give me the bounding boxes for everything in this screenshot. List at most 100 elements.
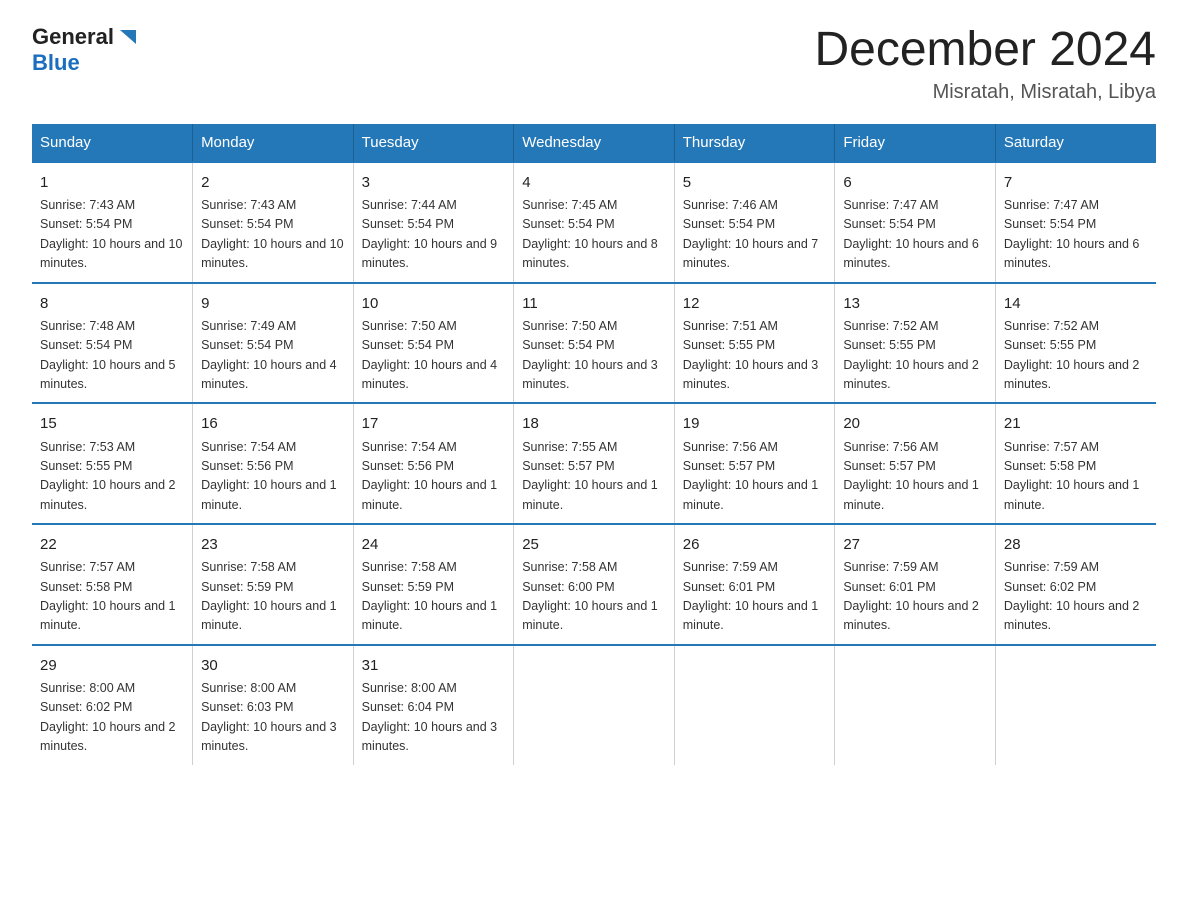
calendar-cell: 29Sunrise: 8:00 AMSunset: 6:02 PMDayligh… <box>32 645 193 765</box>
day-info: Sunrise: 7:58 AMSunset: 5:59 PMDaylight:… <box>362 558 506 636</box>
day-info: Sunrise: 7:59 AMSunset: 6:02 PMDaylight:… <box>1004 558 1148 636</box>
header-day: Wednesday <box>514 124 675 162</box>
calendar-cell: 27Sunrise: 7:59 AMSunset: 6:01 PMDayligh… <box>835 524 996 645</box>
day-number: 8 <box>40 292 184 315</box>
header-day: Sunday <box>32 124 193 162</box>
day-number: 15 <box>40 412 184 435</box>
day-info: Sunrise: 7:49 AMSunset: 5:54 PMDaylight:… <box>201 317 345 395</box>
calendar-cell <box>835 645 996 765</box>
day-number: 19 <box>683 412 827 435</box>
calendar-cell: 1Sunrise: 7:43 AMSunset: 5:54 PMDaylight… <box>32 162 193 283</box>
day-number: 31 <box>362 654 506 677</box>
day-number: 23 <box>201 533 345 556</box>
calendar-cell: 21 Sunrise: 7:57 AMSunset: 5:58 PMDayligh… <box>995 403 1156 524</box>
day-number: 9 <box>201 292 345 315</box>
day-number: 25 <box>522 533 666 556</box>
calendar-cell: 3Sunrise: 7:44 AMSunset: 5:54 PMDaylight… <box>353 162 514 283</box>
header-day: Thursday <box>674 124 835 162</box>
calendar-cell: 14Sunrise: 7:52 AMSunset: 5:55 PMDayligh… <box>995 283 1156 404</box>
calendar-subtitle: Misratah, Misratah, Libya <box>814 81 1156 104</box>
day-info: Sunrise: 8:00 AMSunset: 6:04 PMDaylight:… <box>362 679 506 757</box>
calendar-cell: 17Sunrise: 7:54 AMSunset: 5:56 PMDayligh… <box>353 403 514 524</box>
calendar-header: SundayMondayTuesdayWednesdayThursdayFrid… <box>32 124 1156 162</box>
day-info: Sunrise: 7:52 AMSunset: 5:55 PMDaylight:… <box>843 317 987 395</box>
day-info: Sunrise: 7:59 AMSunset: 6:01 PMDaylight:… <box>683 558 827 636</box>
day-info: Sunrise: 7:55 AMSunset: 5:57 PMDaylight:… <box>522 438 666 516</box>
day-number: 1 <box>40 171 184 194</box>
logo-general: General <box>32 24 114 50</box>
calendar-week-row: 15 Sunrise: 7:53 AMSunset: 5:55 PMDayligh… <box>32 403 1156 524</box>
calendar-cell: 4Sunrise: 7:45 AMSunset: 5:54 PMDaylight… <box>514 162 675 283</box>
calendar-cell: 11Sunrise: 7:50 AMSunset: 5:54 PMDayligh… <box>514 283 675 404</box>
day-info: Sunrise: 7:44 AMSunset: 5:54 PMDaylight:… <box>362 196 506 274</box>
calendar-cell: 20 Sunrise: 7:56 AMSunset: 5:57 PMDayligh… <box>835 403 996 524</box>
day-info: Sunrise: 7:56 AMSunset: 5:57 PMDaylight:… <box>683 438 827 516</box>
day-number: 6 <box>843 171 987 194</box>
day-info: Sunrise: 7:57 AMSunset: 5:58 PMDaylight:… <box>40 558 184 636</box>
day-info: Sunrise: 7:47 AMSunset: 5:54 PMDaylight:… <box>843 196 987 274</box>
calendar-week-row: 22Sunrise: 7:57 AMSunset: 5:58 PMDayligh… <box>32 524 1156 645</box>
day-info: Sunrise: 7:47 AMSunset: 5:54 PMDaylight:… <box>1004 196 1148 274</box>
calendar-cell: 28Sunrise: 7:59 AMSunset: 6:02 PMDayligh… <box>995 524 1156 645</box>
calendar-cell: 22Sunrise: 7:57 AMSunset: 5:58 PMDayligh… <box>32 524 193 645</box>
day-info: Sunrise: 7:43 AMSunset: 5:54 PMDaylight:… <box>201 196 345 274</box>
day-number: 14 <box>1004 292 1148 315</box>
calendar-table: SundayMondayTuesdayWednesdayThursdayFrid… <box>32 124 1156 765</box>
calendar-cell: 10Sunrise: 7:50 AMSunset: 5:54 PMDayligh… <box>353 283 514 404</box>
calendar-cell: 15 Sunrise: 7:53 AMSunset: 5:55 PMDayligh… <box>32 403 193 524</box>
day-info: Sunrise: 7:53 AMSunset: 5:55 PMDaylight:… <box>40 438 184 516</box>
header-day: Monday <box>193 124 354 162</box>
day-info: Sunrise: 7:48 AMSunset: 5:54 PMDaylight:… <box>40 317 184 395</box>
calendar-week-row: 1Sunrise: 7:43 AMSunset: 5:54 PMDaylight… <box>32 162 1156 283</box>
calendar-cell: 19 Sunrise: 7:56 AMSunset: 5:57 PMDayligh… <box>674 403 835 524</box>
calendar-cell <box>674 645 835 765</box>
calendar-cell: 6Sunrise: 7:47 AMSunset: 5:54 PMDaylight… <box>835 162 996 283</box>
day-number: 5 <box>683 171 827 194</box>
day-number: 11 <box>522 292 666 315</box>
day-number: 7 <box>1004 171 1148 194</box>
calendar-cell: 8Sunrise: 7:48 AMSunset: 5:54 PMDaylight… <box>32 283 193 404</box>
header-day: Saturday <box>995 124 1156 162</box>
day-info: Sunrise: 8:00 AMSunset: 6:03 PMDaylight:… <box>201 679 345 757</box>
calendar-cell: 13Sunrise: 7:52 AMSunset: 5:55 PMDayligh… <box>835 283 996 404</box>
calendar-cell: 9Sunrise: 7:49 AMSunset: 5:54 PMDaylight… <box>193 283 354 404</box>
calendar-body: 1Sunrise: 7:43 AMSunset: 5:54 PMDaylight… <box>32 162 1156 765</box>
calendar-cell: 2Sunrise: 7:43 AMSunset: 5:54 PMDaylight… <box>193 162 354 283</box>
day-info: Sunrise: 7:58 AMSunset: 5:59 PMDaylight:… <box>201 558 345 636</box>
day-info: Sunrise: 7:45 AMSunset: 5:54 PMDaylight:… <box>522 196 666 274</box>
header-day: Tuesday <box>353 124 514 162</box>
calendar-week-row: 8Sunrise: 7:48 AMSunset: 5:54 PMDaylight… <box>32 283 1156 404</box>
calendar-cell: 16Sunrise: 7:54 AMSunset: 5:56 PMDayligh… <box>193 403 354 524</box>
calendar-week-row: 29Sunrise: 8:00 AMSunset: 6:02 PMDayligh… <box>32 645 1156 765</box>
day-info: Sunrise: 7:43 AMSunset: 5:54 PMDaylight:… <box>40 196 184 274</box>
logo-blue: Blue <box>32 50 80 76</box>
day-number: 20 <box>843 412 987 435</box>
header-row: SundayMondayTuesdayWednesdayThursdayFrid… <box>32 124 1156 162</box>
day-info: Sunrise: 7:54 AMSunset: 5:56 PMDaylight:… <box>201 438 345 516</box>
day-number: 12 <box>683 292 827 315</box>
calendar-cell: 25Sunrise: 7:58 AMSunset: 6:00 PMDayligh… <box>514 524 675 645</box>
day-info: Sunrise: 7:56 AMSunset: 5:57 PMDaylight:… <box>843 438 987 516</box>
day-info: Sunrise: 8:00 AMSunset: 6:02 PMDaylight:… <box>40 679 184 757</box>
day-number: 24 <box>362 533 506 556</box>
day-info: Sunrise: 7:57 AMSunset: 5:58 PMDaylight:… <box>1004 438 1148 516</box>
calendar-cell: 30Sunrise: 8:00 AMSunset: 6:03 PMDayligh… <box>193 645 354 765</box>
day-number: 22 <box>40 533 184 556</box>
calendar-cell: 7Sunrise: 7:47 AMSunset: 5:54 PMDaylight… <box>995 162 1156 283</box>
title-area: December 2024 Misratah, Misratah, Libya <box>814 24 1156 104</box>
day-number: 27 <box>843 533 987 556</box>
day-info: Sunrise: 7:59 AMSunset: 6:01 PMDaylight:… <box>843 558 987 636</box>
calendar-cell: 12Sunrise: 7:51 AMSunset: 5:55 PMDayligh… <box>674 283 835 404</box>
calendar-cell: 31Sunrise: 8:00 AMSunset: 6:04 PMDayligh… <box>353 645 514 765</box>
calendar-cell: 24Sunrise: 7:58 AMSunset: 5:59 PMDayligh… <box>353 524 514 645</box>
calendar-cell <box>995 645 1156 765</box>
day-number: 26 <box>683 533 827 556</box>
day-info: Sunrise: 7:50 AMSunset: 5:54 PMDaylight:… <box>522 317 666 395</box>
day-number: 17 <box>362 412 506 435</box>
day-number: 21 <box>1004 412 1148 435</box>
day-number: 3 <box>362 171 506 194</box>
day-info: Sunrise: 7:52 AMSunset: 5:55 PMDaylight:… <box>1004 317 1148 395</box>
page-header: General Blue December 2024 Misratah, Mis… <box>32 24 1156 104</box>
calendar-cell: 26Sunrise: 7:59 AMSunset: 6:01 PMDayligh… <box>674 524 835 645</box>
calendar-title: December 2024 <box>814 24 1156 77</box>
